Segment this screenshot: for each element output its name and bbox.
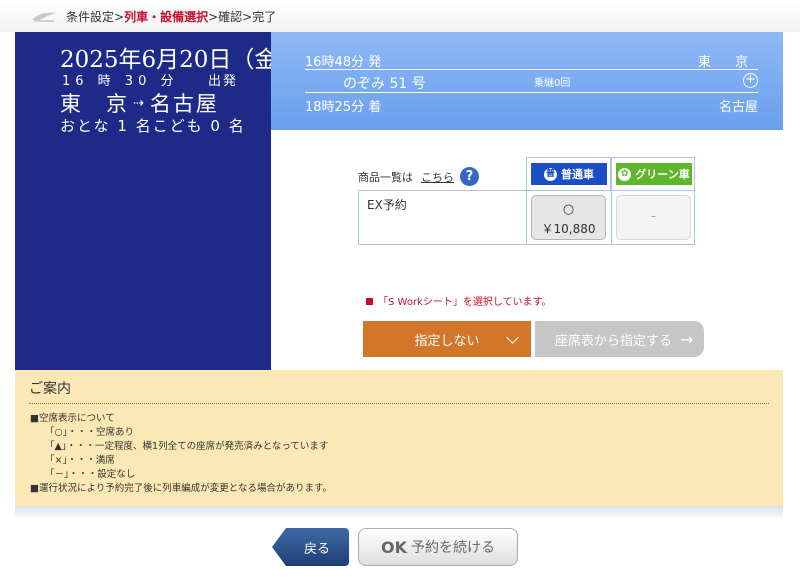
breadcrumb-sep: > bbox=[114, 10, 125, 24]
continue-reservation-button[interactable]: OK 予約を続ける bbox=[358, 528, 518, 566]
column-header-green: ✿ グリーン車 bbox=[611, 157, 695, 190]
departure-time-info: 16時48分 発 bbox=[305, 55, 382, 70]
arrival-station: 名古屋 bbox=[718, 100, 758, 115]
train-name: のぞみ 51 号 bbox=[343, 76, 426, 92]
travel-date: 2025年6月20日（金） bbox=[60, 47, 301, 73]
product-list-label: 商品一覧は bbox=[358, 170, 413, 184]
breadcrumb-step-train: 列車・設備選択 bbox=[124, 10, 209, 24]
ok-key-label: OK bbox=[381, 537, 407, 557]
continue-reservation-label: 予約を続ける bbox=[411, 540, 495, 556]
notice-text: 「S Workシート」を選択しています。 bbox=[378, 297, 552, 308]
select-from-seat-map-button[interactable]: 座席表から指定する → bbox=[535, 321, 704, 357]
arrow-right-icon: → bbox=[680, 329, 694, 349]
ordinary-car-select-button[interactable]: ○ ￥10,880 bbox=[531, 195, 606, 240]
chevron-down-icon bbox=[506, 331, 519, 344]
guidance-lines: ■空席表示について 「○」・・・空席あり 「▲」・・・一定程度、横1列全ての座席… bbox=[30, 412, 332, 496]
help-icon[interactable]: ? bbox=[460, 167, 479, 186]
route-arrow-icon: ⇢ bbox=[133, 95, 146, 111]
fare-price: ￥10,880 bbox=[541, 222, 596, 236]
product-list-link[interactable]: こちら bbox=[421, 169, 454, 185]
to-station: 名古屋 bbox=[149, 92, 219, 116]
guidance-line: 「○」・・・空席あり bbox=[45, 427, 135, 438]
train-info-band: 16時48分 発 東 京 のぞみ 51 号 乗継0回 + 18時25分 着 名古… bbox=[271, 32, 783, 130]
green-car-select-button: - bbox=[616, 195, 691, 240]
breadcrumb-step-conditions: 条件設定 bbox=[66, 10, 115, 24]
notice-square-icon bbox=[366, 298, 373, 305]
search-summary-panel: 2025年6月20日（金） 16 時 30 分 出発 東 京 ⇢ 名古屋 おとな… bbox=[15, 32, 300, 370]
guidance-title: ご案内 bbox=[29, 381, 71, 397]
guidance-box: ご案内 ■空席表示について 「○」・・・空席あり 「▲」・・・一定程度、横1列全… bbox=[15, 370, 783, 506]
column-header-ordinary: 普 普通車 bbox=[526, 157, 611, 190]
transfer-count: 乗継0回 bbox=[534, 78, 571, 89]
breadcrumb-step-complete: 完了 bbox=[252, 10, 277, 24]
divider bbox=[29, 403, 769, 404]
passenger-count: おとな 1 名こども 0 名 bbox=[60, 117, 246, 135]
guidance-box-shadow bbox=[15, 506, 783, 520]
product-row: EX予約 ○ ￥10,880 - bbox=[358, 190, 695, 245]
breadcrumb-sep: > bbox=[242, 10, 253, 24]
arrival-time-info: 18時25分 着 bbox=[305, 100, 382, 115]
breadcrumb-path: 条件設定>列車・設備選択>確認>完了 bbox=[66, 8, 276, 25]
from-station: 東 京 bbox=[60, 92, 129, 116]
seat-type-notice: 「S Workシート」を選択しています。 bbox=[366, 293, 552, 308]
product-list-lead: 商品一覧は こちら ? bbox=[358, 167, 479, 186]
green-car-badge: ✿ グリーン車 bbox=[616, 163, 692, 185]
guidance-line: 「－」・・・設定なし bbox=[45, 469, 136, 480]
back-button-label: 戻る bbox=[304, 542, 331, 557]
shinkansen-logo-icon bbox=[32, 12, 56, 22]
divider bbox=[526, 191, 527, 244]
departure-label: 出発 bbox=[208, 74, 239, 89]
ordinary-car-label: 普通車 bbox=[561, 168, 594, 181]
no-seat-selection-label: 指定しない bbox=[414, 333, 480, 349]
route: 東 京 ⇢ 名古屋 bbox=[60, 88, 219, 118]
expand-plus-icon[interactable]: + bbox=[743, 73, 758, 88]
green-car-label: グリーン車 bbox=[635, 168, 690, 181]
back-button[interactable]: 戻る bbox=[272, 528, 349, 566]
guidance-line: ■運行状況により予約完了後に列車編成が変更となる場合があります。 bbox=[30, 483, 333, 494]
departure-station: 東 京 bbox=[697, 55, 758, 70]
breadcrumb-sep: > bbox=[208, 10, 219, 24]
breadcrumb-step-confirm: 確認 bbox=[218, 10, 243, 24]
divider bbox=[305, 92, 758, 93]
ordinary-car-icon: 普 bbox=[544, 167, 557, 181]
departure-time: 16 時 30 分 bbox=[62, 74, 179, 89]
availability-mark: - bbox=[651, 209, 656, 224]
seat-map-label: 座席表から指定する bbox=[555, 333, 673, 349]
availability-mark: ○ bbox=[562, 202, 575, 217]
divider bbox=[305, 69, 758, 70]
divider bbox=[611, 191, 612, 244]
green-car-icon: ✿ bbox=[618, 167, 632, 181]
guidance-line: 「×」・・・満席 bbox=[45, 455, 115, 466]
guidance-line: ■空席表示について bbox=[30, 413, 115, 424]
breadcrumb: 条件設定>列車・設備選択>確認>完了 bbox=[0, 0, 800, 32]
product-name: EX予約 bbox=[367, 198, 407, 212]
guidance-line: 「▲」・・・一定程度、横1列全ての座席が発売済みとなっています bbox=[45, 441, 329, 452]
ordinary-car-badge: 普 普通車 bbox=[531, 163, 607, 185]
product-table: 商品一覧は こちら ? 普 普通車 ✿ グリーン車 EX予約 ○ ￥10,880… bbox=[358, 157, 695, 245]
no-seat-selection-dropdown[interactable]: 指定しない bbox=[363, 321, 531, 357]
